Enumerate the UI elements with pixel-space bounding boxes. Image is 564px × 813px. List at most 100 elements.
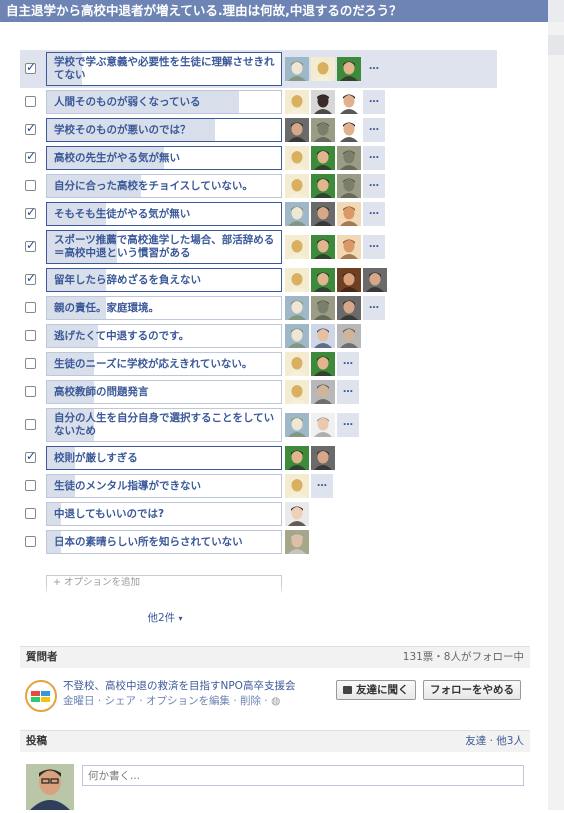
- voter-avatar[interactable]: [311, 202, 335, 226]
- voter-avatar[interactable]: [285, 296, 309, 320]
- poll-option[interactable]: 自分の人生を自分自身で選択することをしていないため…: [20, 406, 500, 444]
- voter-avatar[interactable]: [337, 174, 361, 198]
- audience-selector[interactable]: 友達 · 他3人: [465, 731, 524, 752]
- option-vote-bar[interactable]: 自分に合った高校をチョイスしていない。: [46, 174, 282, 198]
- option-vote-bar[interactable]: 人間そのものが弱くなっている: [46, 90, 282, 114]
- voter-avatar[interactable]: [337, 268, 361, 292]
- voter-avatar[interactable]: [311, 296, 335, 320]
- option-checkbox[interactable]: [25, 449, 36, 463]
- voter-avatar[interactable]: [285, 57, 309, 81]
- option-checkbox[interactable]: [25, 419, 36, 430]
- voter-avatar[interactable]: [337, 146, 361, 170]
- option-vote-bar[interactable]: 逃げたくて中退するのです。: [46, 324, 282, 348]
- voter-avatar[interactable]: [311, 118, 335, 142]
- option-vote-bar[interactable]: 高校の先生がやる気が無い: [46, 146, 282, 170]
- voter-avatar[interactable]: [337, 118, 361, 142]
- option-checkbox[interactable]: [25, 536, 36, 547]
- voter-avatar[interactable]: [285, 235, 309, 259]
- poll-option[interactable]: 留年したら辞めざるを負えない: [20, 266, 500, 294]
- option-vote-bar[interactable]: スポーツ推薦で高校進学した場合、部活辞める＝高校中退という慣習がある: [46, 230, 282, 264]
- voter-avatar[interactable]: [311, 174, 335, 198]
- option-checkbox[interactable]: [25, 302, 36, 313]
- voter-avatar[interactable]: [337, 57, 361, 81]
- voter-avatar[interactable]: [285, 413, 309, 437]
- option-vote-bar[interactable]: 親の責任。家庭環境。: [46, 296, 282, 320]
- voter-avatar[interactable]: [311, 413, 335, 437]
- poll-option[interactable]: 学校そのものが悪いのでは？…: [20, 116, 500, 144]
- poll-option[interactable]: 高校教師の問題発言 …: [20, 378, 500, 406]
- more-voters-button[interactable]: …: [337, 380, 359, 404]
- option-checkbox[interactable]: [25, 149, 36, 163]
- poll-option[interactable]: そもそも生徒がやる気が無い …: [20, 200, 500, 228]
- voter-avatar[interactable]: [311, 235, 335, 259]
- ask-friends-button[interactable]: 友達に聞く: [336, 680, 416, 700]
- option-checkbox[interactable]: [25, 121, 36, 135]
- more-voters-button[interactable]: …: [363, 202, 385, 226]
- option-vote-bar[interactable]: そもそも生徒がやる気が無い: [46, 202, 282, 226]
- voter-avatar[interactable]: [285, 352, 309, 376]
- poll-option[interactable]: 親の責任。家庭環境。 …: [20, 294, 500, 322]
- more-voters-button[interactable]: …: [311, 474, 333, 498]
- option-checkbox[interactable]: [25, 96, 36, 107]
- option-checkbox[interactable]: [25, 330, 36, 341]
- poll-option[interactable]: 自分に合った高校をチョイスしていない。 …: [20, 172, 500, 200]
- asker-meta-links[interactable]: 金曜日 · シェア · オプションを編集 · 削除 · ◍: [63, 693, 280, 708]
- option-checkbox[interactable]: [25, 205, 36, 219]
- poll-option[interactable]: 校則が厳しすぎる: [20, 444, 500, 472]
- option-vote-bar[interactable]: 高校教師の問題発言: [46, 380, 282, 404]
- voter-avatar[interactable]: [311, 146, 335, 170]
- asker-name-link[interactable]: 不登校、高校中退の救済を目指すNPO高卒支援会: [63, 678, 295, 693]
- voter-avatar[interactable]: [311, 352, 335, 376]
- more-voters-button[interactable]: …: [363, 235, 385, 259]
- voter-avatar[interactable]: [311, 380, 335, 404]
- voter-avatar[interactable]: [285, 174, 309, 198]
- voter-avatar[interactable]: [285, 502, 309, 526]
- option-checkbox[interactable]: [25, 271, 36, 285]
- option-vote-bar[interactable]: 留年したら辞めざるを負えない: [46, 268, 282, 292]
- voter-avatar[interactable]: [285, 268, 309, 292]
- voter-avatar[interactable]: [337, 296, 361, 320]
- option-vote-bar[interactable]: 中退してもいいのでは?: [46, 502, 282, 526]
- voter-avatar[interactable]: [285, 380, 309, 404]
- option-checkbox[interactable]: [25, 180, 36, 191]
- post-composer-input[interactable]: [82, 765, 524, 786]
- voter-avatar[interactable]: [337, 324, 361, 348]
- voter-avatar[interactable]: [285, 446, 309, 470]
- npo-logo[interactable]: [25, 680, 57, 712]
- more-voters-button[interactable]: …: [363, 90, 385, 114]
- option-vote-bar[interactable]: 日本の素晴らしい所を知らされていない: [46, 530, 282, 554]
- voter-avatar[interactable]: [311, 446, 335, 470]
- voter-avatar[interactable]: [337, 90, 361, 114]
- voter-avatar[interactable]: [285, 118, 309, 142]
- poll-option[interactable]: 高校の先生がやる気が無い …: [20, 144, 500, 172]
- poll-option[interactable]: 中退してもいいのでは?: [20, 500, 500, 528]
- voter-avatar[interactable]: [311, 324, 335, 348]
- voter-avatar[interactable]: [285, 324, 309, 348]
- poll-option[interactable]: 逃げたくて中退するのです。: [20, 322, 500, 350]
- option-checkbox[interactable]: [25, 508, 36, 519]
- option-checkbox[interactable]: [25, 386, 36, 397]
- poll-option[interactable]: スポーツ推薦で高校進学した場合、部活辞める＝高校中退という慣習がある …: [20, 228, 500, 266]
- asker-meta-text[interactable]: 金曜日 · シェア · オプションを編集 · 削除 ·: [63, 695, 268, 707]
- option-vote-bar[interactable]: 生徒のメンタル指導ができない: [46, 474, 282, 498]
- poll-option[interactable]: 日本の素晴らしい所を知らされていない: [20, 528, 500, 556]
- poll-option[interactable]: 生徒のニーズに学校が応えきれていない。 …: [20, 350, 500, 378]
- option-checkbox[interactable]: [25, 480, 36, 491]
- option-vote-bar[interactable]: 学校で学ぶ意義や必要性を生徒に理解させきれてない: [46, 52, 282, 86]
- option-vote-bar[interactable]: 生徒のニーズに学校が応えきれていない。: [46, 352, 282, 376]
- option-checkbox[interactable]: [25, 238, 36, 252]
- more-voters-button[interactable]: …: [363, 118, 385, 142]
- more-voters-button[interactable]: …: [337, 352, 359, 376]
- more-voters-button[interactable]: …: [337, 413, 359, 437]
- more-voters-button[interactable]: …: [363, 296, 385, 320]
- voter-avatar[interactable]: [337, 202, 361, 226]
- voter-avatar[interactable]: [311, 90, 335, 114]
- poll-option[interactable]: 学校で学ぶ意義や必要性を生徒に理解させきれてない…: [20, 50, 497, 88]
- voter-avatar[interactable]: [311, 268, 335, 292]
- more-voters-button[interactable]: …: [363, 146, 385, 170]
- voter-avatar[interactable]: [311, 57, 335, 81]
- voter-avatar[interactable]: [285, 474, 309, 498]
- more-voters-button[interactable]: …: [363, 174, 385, 198]
- voter-avatar[interactable]: [285, 146, 309, 170]
- option-vote-bar[interactable]: 校則が厳しすぎる: [46, 446, 282, 470]
